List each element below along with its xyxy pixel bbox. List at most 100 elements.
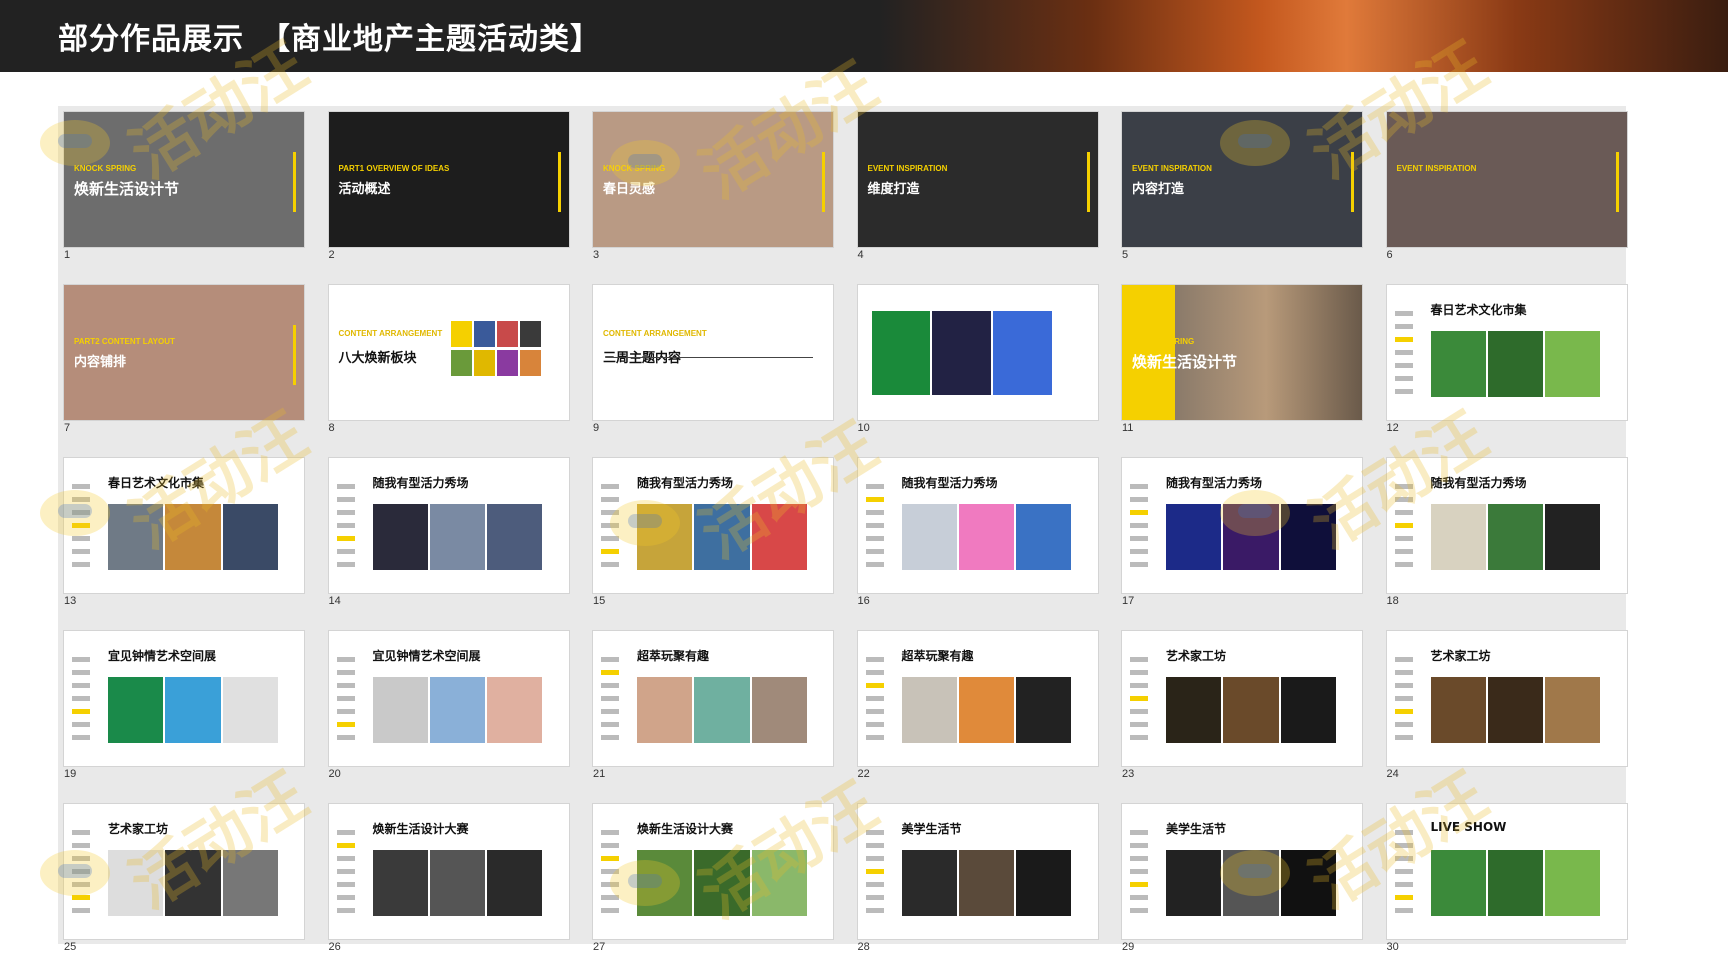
slide-title: 超萃玩聚有趣 [901,649,974,663]
slide-number: 23 [1122,768,1135,780]
slide-thumbnail[interactable]: 艺术家工坊 [64,804,304,939]
slide-title: 艺术家工坊 [1430,649,1491,663]
slide-en-label: KNOCK SPRING [1132,337,1195,346]
slide-sidebar-nav [1394,311,1413,402]
slide-photos [901,504,1072,570]
slide-thumbnail[interactable]: 随我有型活力秀场 [1122,458,1362,593]
slide-thumbnail[interactable]: 随我有型活力秀场 [593,458,833,593]
slide-number: 16 [857,595,870,607]
slide-en-label: PART1 OVERVIEW OF IDEAS [338,164,450,173]
slide-photos [1166,850,1336,916]
slide-accent-stripe [1351,152,1354,212]
slide-title: 内容打造 [1132,182,1185,197]
slide-title: 焕新生活设计大赛 [637,822,734,836]
timeline [613,357,813,358]
slide-thumbnail[interactable]: PART1 OVERVIEW OF IDEAS 活动概述 [328,112,569,247]
slide-accent-stripe [1615,152,1619,212]
slide-sidebar-nav [865,830,884,921]
slide-title: 春日灵感 [603,182,656,197]
slide-number: 19 [64,768,77,780]
slide-accent-stripe [1086,152,1090,212]
slide-number: 9 [593,422,600,434]
slide-number: 24 [1386,768,1399,780]
slide-thumbnail[interactable]: 春日艺术文化市集 [1386,285,1627,420]
slide-thumbnail[interactable]: 超萃玩聚有趣 [593,631,833,766]
slide-thumbnail[interactable]: 焕新生活设计大赛 [593,804,833,939]
slide-title: 八大焕新板块 [338,351,417,366]
slide-title: 美学生活节 [1166,822,1227,836]
slide-title: 春日艺术文化市集 [108,476,205,490]
slide-thumbnail[interactable]: KNOCK SPRING 焕新生活设计节 [64,112,304,247]
slide-thumbnail[interactable]: 艺术家工坊 [1122,631,1362,766]
slide-thumbnail[interactable]: 随我有型活力秀场 [328,458,569,593]
header-bar: 部分作品展示 【商业地产主题活动类】 [0,0,1728,72]
slide-thumbnail[interactable]: CONTENT ARRANGEMENT 八大焕新板块 [328,285,569,420]
slide-photos [372,677,543,743]
slide-number: 27 [593,941,606,953]
slide-thumbnail[interactable]: KNOCK SPRING 焕新生活设计节 [1122,285,1362,420]
slide-title: 随我有型活力秀场 [1166,476,1263,490]
slide-sidebar-nav [72,484,90,575]
slide-title: 内容铺排 [74,355,127,370]
slide-title: 宜见钟情艺术空间展 [108,649,217,663]
slide-title: 随我有型活力秀场 [1430,476,1527,490]
slide-thumbnail[interactable]: 超萃玩聚有趣 [857,631,1098,766]
slide-en-label: KNOCK SPRING [603,164,666,173]
slide-accent-stripe [822,152,825,212]
slide-number: 25 [64,941,77,953]
slide-sidebar-nav [72,657,90,748]
slide-number: 22 [857,768,870,780]
slide-thumbnail[interactable]: 随我有型活力秀场 [857,458,1098,593]
slide-en-label: EVENT INSPIRATION [867,164,948,173]
slide-thumbnail[interactable]: CONTENT ARRANGEMENT 三周主题内容 [593,285,833,420]
slide-accent-stripe [557,152,561,212]
slide-title: 随我有型活力秀场 [901,476,998,490]
slide-sidebar-nav [1394,484,1413,575]
slide-thumbnail[interactable]: LIVE SHOW [1386,804,1627,939]
slide-thumbnail[interactable]: EVENT INSPIRATION 维度打造 [857,112,1098,247]
slide-accent-stripe [293,325,296,385]
slide-title: 随我有型活力秀场 [637,476,734,490]
slide-photos [108,850,278,916]
header-image [880,0,1728,72]
slide-thumbnail[interactable]: EVENT INSPIRATION 内容打造 [1122,112,1362,247]
slide-number: 3 [593,249,600,261]
slide-photos [372,504,543,570]
slide-number: 1 [64,249,71,261]
slide-thumbnail[interactable]: 宜见钟情艺术空间展 [64,631,304,766]
slide-photos [1166,677,1336,743]
slide-number: 26 [328,941,341,953]
slide-number: 4 [857,249,864,261]
slide-title: 焕新生活设计节 [1132,353,1238,371]
slide-thumbnail[interactable]: 美学生活节 [1122,804,1362,939]
slide-gallery[interactable]: KNOCK SPRING 焕新生活设计节 1 PART1 OVERVIEW OF ID… [58,106,1627,953]
slide-sidebar-nav [865,484,884,575]
slide-title: 春日艺术文化市集 [1430,303,1527,317]
slide-title: 随我有型活力秀场 [372,476,469,490]
slide-thumbnail[interactable]: 随我有型活力秀场 [1386,458,1627,593]
slide-number: 20 [328,768,341,780]
slide-sidebar-nav [1130,484,1148,575]
slide-thumbnail[interactable]: 焕新生活设计大赛 [328,804,569,939]
slide-thumbnail[interactable]: 春日艺术文化市集 [64,458,304,593]
slide-photos [108,504,278,570]
slide-number: 7 [64,422,71,434]
slide-thumbnail[interactable]: EVENT INSPIRATION [1386,112,1627,247]
slide-thumbnail[interactable]: PART2 CONTENT LAYOUT 内容铺排 [64,285,304,420]
slide-thumbnail[interactable]: 美学生活节 [857,804,1098,939]
slide-photos [1430,677,1601,743]
slide-thumbnail[interactable]: 宜见钟情艺术空间展 [328,631,569,766]
slide-thumbnail[interactable]: KNOCK SPRING 春日灵感 [593,112,833,247]
slide-sidebar-nav [601,484,619,575]
slide-photos [637,850,807,916]
slide-number: 11 [1122,422,1134,434]
slide-en-label: CONTENT ARRANGEMENT [338,329,443,338]
slide-thumbnail[interactable]: 艺术家工坊 [1386,631,1627,766]
slide-thumbnail[interactable] [857,285,1098,420]
slide-photos [637,677,807,743]
slide-number: 21 [593,768,606,780]
slide-number: 30 [1386,941,1399,953]
slide-en-label: PART2 CONTENT LAYOUT [74,337,175,346]
slide-photos [1430,331,1601,397]
slide-title: 维度打造 [867,182,920,197]
